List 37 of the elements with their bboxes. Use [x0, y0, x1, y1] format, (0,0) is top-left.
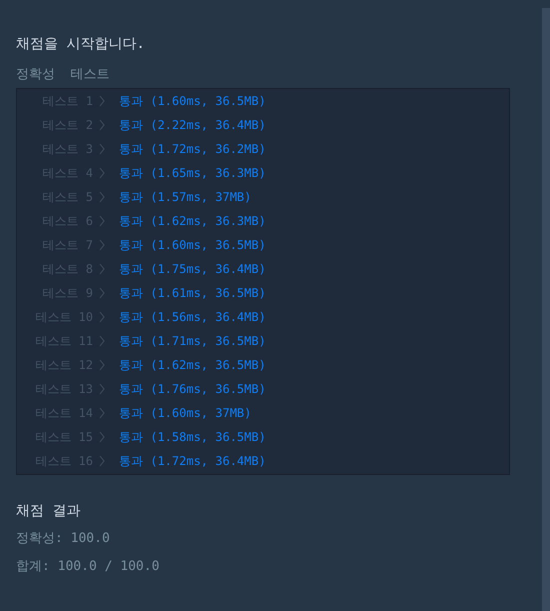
chevron-icon — [99, 215, 105, 227]
chevron-icon — [99, 407, 105, 419]
chevron-icon — [99, 311, 105, 323]
test-result: 통과 (1.58ms, 36.5MB) — [119, 428, 266, 446]
summary-line: 정확성: 100.0 — [16, 530, 111, 548]
chevron-icon — [99, 383, 105, 395]
test-result: 통과 (1.62ms, 36.3MB) — [119, 212, 266, 230]
chevron-icon — [99, 431, 105, 443]
chevron-icon — [99, 119, 105, 131]
chevron-icon — [99, 359, 105, 371]
summary-line: 합계: 100.0 / 100.0 — [16, 558, 160, 576]
chevron-icon — [99, 191, 105, 203]
test-result: 통과 (1.65ms, 36.3MB) — [119, 164, 266, 182]
test-result: 통과 (1.72ms, 36.2MB) — [119, 140, 266, 158]
test-result: 통과 (1.60ms, 37MB) — [119, 404, 252, 422]
summary-title: 채점 결과 — [16, 502, 82, 521]
test-result: 통과 (1.61ms, 36.5MB) — [119, 284, 266, 302]
chevron-icon — [99, 287, 105, 299]
chevron-icon — [99, 143, 105, 155]
test-result: 통과 (1.60ms, 36.5MB) — [119, 92, 266, 110]
test-result: 통과 (1.57ms, 37MB) — [119, 188, 252, 206]
chevron-icon — [99, 455, 105, 467]
chevron-icon — [99, 239, 105, 251]
test-result: 통과 (2.22ms, 36.4MB) — [119, 116, 266, 134]
test-result: 통과 (1.75ms, 36.4MB) — [119, 260, 266, 278]
test-result: 통과 (1.71ms, 36.5MB) — [119, 332, 266, 350]
chevron-icon — [99, 167, 105, 179]
grading-start-message: 채점을 시작합니다. — [16, 35, 146, 54]
chevron-icon — [99, 335, 105, 347]
section-label: 정확성 테스트 — [16, 66, 111, 84]
test-result: 통과 (1.60ms, 36.5MB) — [119, 236, 266, 254]
test-result: 통과 (1.62ms, 36.5MB) — [119, 356, 266, 374]
test-result: 통과 (1.76ms, 36.5MB) — [119, 380, 266, 398]
chevron-icon — [99, 95, 105, 107]
test-result: 통과 (1.72ms, 36.4MB) — [119, 452, 266, 470]
chevron-icon — [99, 263, 105, 275]
test-result: 통과 (1.56ms, 36.4MB) — [119, 308, 266, 326]
